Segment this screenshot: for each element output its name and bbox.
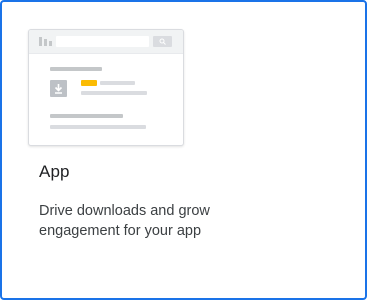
- illustration-line: [81, 91, 147, 95]
- illustration-browser-header: [29, 30, 183, 54]
- illustration-search-button: [153, 36, 172, 47]
- illustration-line: [50, 114, 123, 118]
- campaign-goal-card-app[interactable]: App Drive downloads and grow engagement …: [0, 0, 367, 300]
- illustration-logo: [39, 37, 42, 46]
- search-icon: [159, 38, 166, 45]
- illustration-line: [50, 67, 102, 71]
- card-description: Drive downloads and grow engagement for …: [39, 203, 210, 239]
- illustration-line: [50, 125, 146, 129]
- illustration-line: [100, 81, 135, 85]
- app-illustration: [28, 29, 184, 146]
- download-icon: [50, 80, 67, 97]
- illustration-search-bar: [56, 36, 149, 47]
- card-title: App: [39, 162, 70, 181]
- illustration-accent-bar: [81, 80, 97, 86]
